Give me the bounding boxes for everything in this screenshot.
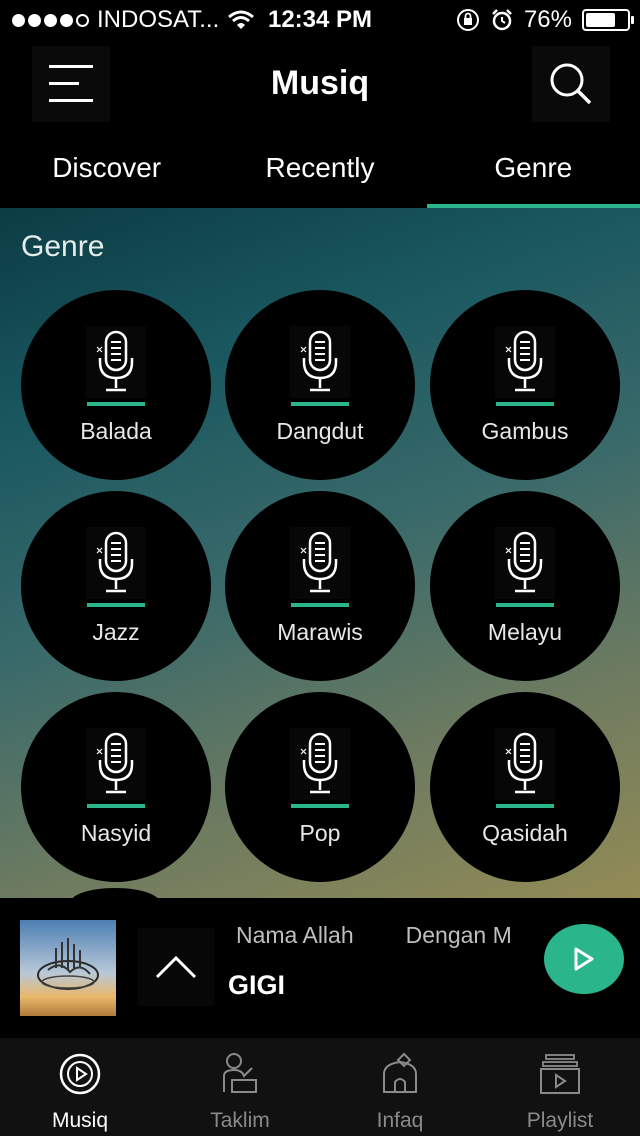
genre-label: Melayu: [487, 619, 563, 645]
expand-player-button[interactable]: [138, 928, 214, 1006]
alarm-icon: [492, 9, 512, 31]
genre-item-gambus[interactable]: Gambus: [430, 290, 620, 480]
rotation-lock-icon: [456, 9, 479, 31]
genre-underline: [496, 402, 554, 406]
tab-discover[interactable]: Discover: [0, 128, 213, 208]
genre-item-balada[interactable]: Balada: [21, 290, 211, 480]
genre-item-marawis[interactable]: Marawis: [225, 491, 415, 681]
genre-underline: [291, 603, 349, 607]
genre-label: Qasidah: [482, 820, 568, 846]
genre-item-partial[interactable]: [70, 888, 160, 898]
tab-recently[interactable]: Recently: [213, 128, 426, 208]
bottom-nav: Musiq Taklim Infaq Playlist: [0, 1038, 640, 1136]
track-next-title: Dengan M: [405, 922, 512, 948]
genre-underline: [87, 804, 145, 808]
tab-genre[interactable]: Genre: [426, 128, 640, 208]
battery-percent: 76%: [523, 6, 572, 33]
genre-item-melayu[interactable]: Melayu: [430, 491, 620, 681]
music-play-icon: [59, 1053, 101, 1095]
microphone-icon: [86, 728, 146, 800]
teacher-icon: [223, 1053, 257, 1093]
genre-item-qasidah[interactable]: Qasidah: [430, 692, 620, 882]
nav-item-playlist[interactable]: Playlist: [480, 1038, 640, 1136]
search-icon: [550, 63, 592, 105]
nav-label: Musiq: [51, 1109, 109, 1132]
microphone-icon: [495, 326, 555, 398]
genre-underline: [496, 603, 554, 607]
microphone-icon: [86, 527, 146, 599]
nav-item-musiq[interactable]: Musiq: [0, 1038, 160, 1136]
genre-underline: [496, 804, 554, 808]
nav-label: Playlist: [526, 1109, 594, 1132]
genre-content[interactable]: Genre Balada Dangdut Gambus Jazz Marawis Mela…: [0, 208, 640, 898]
genre-item-dangdut[interactable]: Dangdut: [225, 290, 415, 480]
microphone-icon: [290, 326, 350, 398]
battery-icon: [582, 9, 634, 31]
playlist-icon: [540, 1054, 580, 1094]
genre-label: Jazz: [92, 619, 140, 645]
album-cover[interactable]: [20, 920, 116, 1016]
genre-underline: [291, 402, 349, 406]
status-right: 76%: [456, 6, 634, 34]
play-icon: [574, 947, 594, 971]
genre-item-nasyid[interactable]: Nasyid: [21, 692, 211, 882]
microphone-icon: [86, 326, 146, 398]
microphone-icon: [290, 527, 350, 599]
track-ticker: Nama Allah Dengan M: [236, 922, 536, 952]
genre-label: Dangdut: [276, 418, 364, 444]
track-artist: GIGI: [228, 970, 286, 1000]
genre-item-pop[interactable]: Pop: [225, 692, 415, 882]
search-button[interactable]: [532, 46, 610, 122]
app-header: Musiq: [0, 40, 640, 128]
nav-label: Infaq: [376, 1109, 424, 1132]
genre-label: Marawis: [277, 619, 363, 645]
play-button[interactable]: [544, 924, 624, 994]
microphone-icon: [495, 728, 555, 800]
genre-label: Gambus: [481, 418, 569, 444]
mini-player: Nama Allah Dengan M GIGI: [0, 898, 640, 1038]
genre-underline: [87, 603, 145, 607]
microphone-icon: [290, 728, 350, 800]
nav-item-taklim[interactable]: Taklim: [160, 1038, 320, 1136]
chevron-up-icon: [155, 955, 197, 979]
genre-label: Balada: [80, 418, 152, 444]
genre-label: Nasyid: [80, 820, 152, 846]
nav-item-infaq[interactable]: Infaq: [320, 1038, 480, 1136]
microphone-icon: [495, 527, 555, 599]
section-title: Genre: [21, 230, 105, 263]
track-title: Nama Allah: [236, 922, 354, 948]
mosque-icon: [383, 1052, 417, 1093]
genre-underline: [291, 804, 349, 808]
genre-item-jazz[interactable]: Jazz: [21, 491, 211, 681]
tab-bar: Discover Recently Genre: [0, 128, 640, 208]
status-bar: INDOSAT... 12:34 PM 76%: [0, 0, 640, 40]
genre-label: Pop: [299, 820, 341, 846]
genre-underline: [87, 402, 145, 406]
nav-label: Taklim: [210, 1109, 270, 1132]
